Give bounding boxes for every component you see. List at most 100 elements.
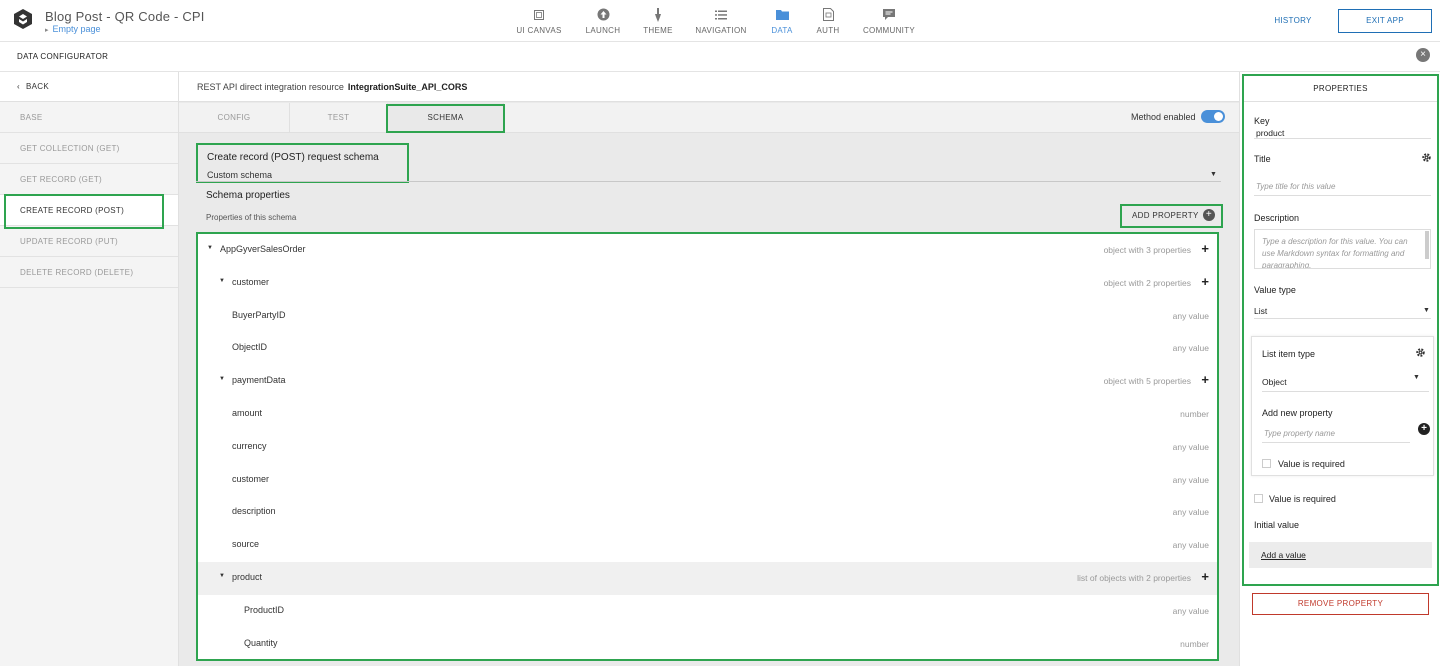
caret-down-icon[interactable]: ▼ [1423,307,1430,314]
method-enabled-label: Method enabled [1131,112,1196,122]
property-type: object with 5 properties [1103,376,1191,387]
value-type-label: Value type [1254,285,1296,295]
sidebar-item-get-collection[interactable]: GET COLLECTION (GET) [0,133,178,164]
nav-theme[interactable]: THEME [638,0,678,42]
nav-label: COMMUNITY [862,25,916,35]
tree-row[interactable]: Quantity number [198,628,1217,659]
nav-label: THEME [643,25,673,35]
chevron-right-icon: ▸ [45,27,49,34]
tab-test[interactable]: TEST [290,103,388,133]
plus-icon[interactable]: + [1201,241,1209,256]
property-name: ProductID [244,604,285,615]
folder-icon [775,8,789,22]
title-input[interactable]: Type title for this value [1256,182,1335,191]
property-type: number [1180,408,1209,419]
history-button[interactable]: HISTORY [1268,12,1318,30]
nav-launch[interactable]: LAUNCH [580,0,626,42]
required-checkbox[interactable] [1254,494,1263,503]
sidebar-item-base[interactable]: BASE [0,102,178,133]
add-value-link[interactable]: Add a value [1249,542,1432,568]
add-property-button[interactable]: ADD PROPERTY + [1120,204,1223,228]
caret-down-icon[interactable]: ▼ [219,278,225,284]
tree-row[interactable]: ProductID any value [198,595,1217,628]
gear-icon[interactable] [1415,347,1426,358]
nav-navigation[interactable]: NAVIGATION [691,0,751,42]
property-name: amount [232,407,263,418]
tree-row[interactable]: source any value [198,529,1217,562]
tree-row[interactable]: ObjectID any value [198,332,1217,365]
textarea-scrollbar[interactable] [1425,231,1429,259]
sidebar-item-create-record[interactable]: CREATE RECORD (POST) [0,194,178,229]
list-icon [714,8,728,22]
nav-community[interactable]: COMMUNITY [860,0,918,42]
property-type: any value [1172,310,1209,321]
caret-down-icon[interactable]: ▼ [219,573,225,579]
property-name-input[interactable]: Type property name [1264,429,1335,438]
add-property-label: ADD PROPERTY [1132,211,1199,220]
property-name: currency [232,440,267,451]
tree-row[interactable]: customer any value [198,464,1217,497]
schema-header: Create record (POST) request schema Cust… [196,143,409,183]
method-enabled-toggle[interactable] [1201,110,1225,123]
page-name: Empty page [52,24,101,34]
schema-tree: ▼ AppGyverSalesOrder object with 3 prope… [196,232,1219,661]
back-button[interactable]: ‹ BACK [0,72,178,102]
list-item-type-underline [1262,391,1429,392]
inner-required-label: Value is required [1278,459,1345,469]
key-input[interactable]: product [1256,128,1284,138]
caret-down-icon[interactable]: ▼ [219,376,225,382]
tree-row[interactable]: amount number [198,398,1217,431]
nav-data[interactable]: DATA [766,0,798,42]
property-type: any value [1172,343,1209,354]
description-textarea[interactable]: Type a description for this value. You c… [1254,229,1431,269]
gear-icon[interactable] [1421,152,1432,163]
properties-box: PROPERTIES Key product Title Type title … [1242,74,1439,586]
sidebar-item-delete-record[interactable]: DELETE RECORD (DELETE) [0,257,178,288]
tree-row[interactable]: ▼ AppGyverSalesOrder object with 3 prope… [198,234,1217,267]
appgyver-logo-icon[interactable] [12,8,34,30]
nav-ui-canvas[interactable]: UI CANVAS [511,0,567,42]
value-type-underline [1254,318,1431,319]
plus-icon[interactable]: + [1201,569,1209,584]
property-type: any value [1172,605,1209,616]
resource-label: REST API direct integration resource [197,82,344,92]
close-icon[interactable]: × [1416,48,1430,62]
schema-type-select[interactable]: Custom schema [207,170,272,180]
list-item-type-label: List item type [1262,349,1316,359]
tree-row[interactable]: description any value [198,496,1217,529]
nav-auth[interactable]: AUTH [811,0,845,42]
page-selector[interactable]: ▸ Empty page [45,24,101,34]
tree-row-selected[interactable]: ▼ product list of objects with 2 propert… [198,561,1217,595]
sidebar-item-update-record[interactable]: UPDATE RECORD (PUT) [0,226,178,257]
caret-down-icon[interactable]: ▼ [1413,374,1420,381]
caret-down-icon[interactable]: ▼ [207,245,213,251]
upload-icon [596,8,610,22]
tab-config[interactable]: CONFIG [179,103,290,133]
property-type: any value [1172,540,1209,551]
tree-row[interactable]: ▼ paymentData object with 5 properties + [198,365,1217,398]
property-name: BuyerPartyID [232,309,286,320]
caret-down-icon[interactable]: ▼ [1210,171,1217,178]
remove-property-button[interactable]: REMOVE PROPERTY [1252,593,1429,615]
property-name: customer [232,473,270,484]
plus-circle-icon[interactable]: + [1418,423,1430,435]
sidebar-item-get-record[interactable]: GET RECORD (GET) [0,164,178,195]
tree-row[interactable]: currency any value [198,431,1217,464]
schema-select-underline [196,181,1221,182]
plus-icon[interactable]: + [1201,372,1209,387]
list-item-type-select[interactable]: Object [1262,377,1287,387]
property-type: list of objects with 2 properties [1077,572,1191,583]
tab-schema[interactable]: SCHEMA [386,103,505,133]
tree-row[interactable]: BuyerPartyID any value [198,300,1217,333]
schema-editor: REST API direct integration resource Inte… [179,72,1239,666]
plus-icon[interactable]: + [1201,274,1209,289]
back-label: BACK [25,82,49,91]
value-type-select[interactable]: List [1254,306,1267,316]
inner-required-checkbox[interactable] [1262,459,1271,468]
auth-icon [821,8,835,22]
description-placeholder: Type a description for this value. You c… [1262,237,1408,269]
property-name: product [232,571,263,582]
exit-app-button[interactable]: EXIT APP [1338,9,1432,33]
tree-row[interactable]: ▼ customer object with 2 properties + [198,267,1217,300]
property-name: AppGyverSalesOrder [220,244,306,254]
